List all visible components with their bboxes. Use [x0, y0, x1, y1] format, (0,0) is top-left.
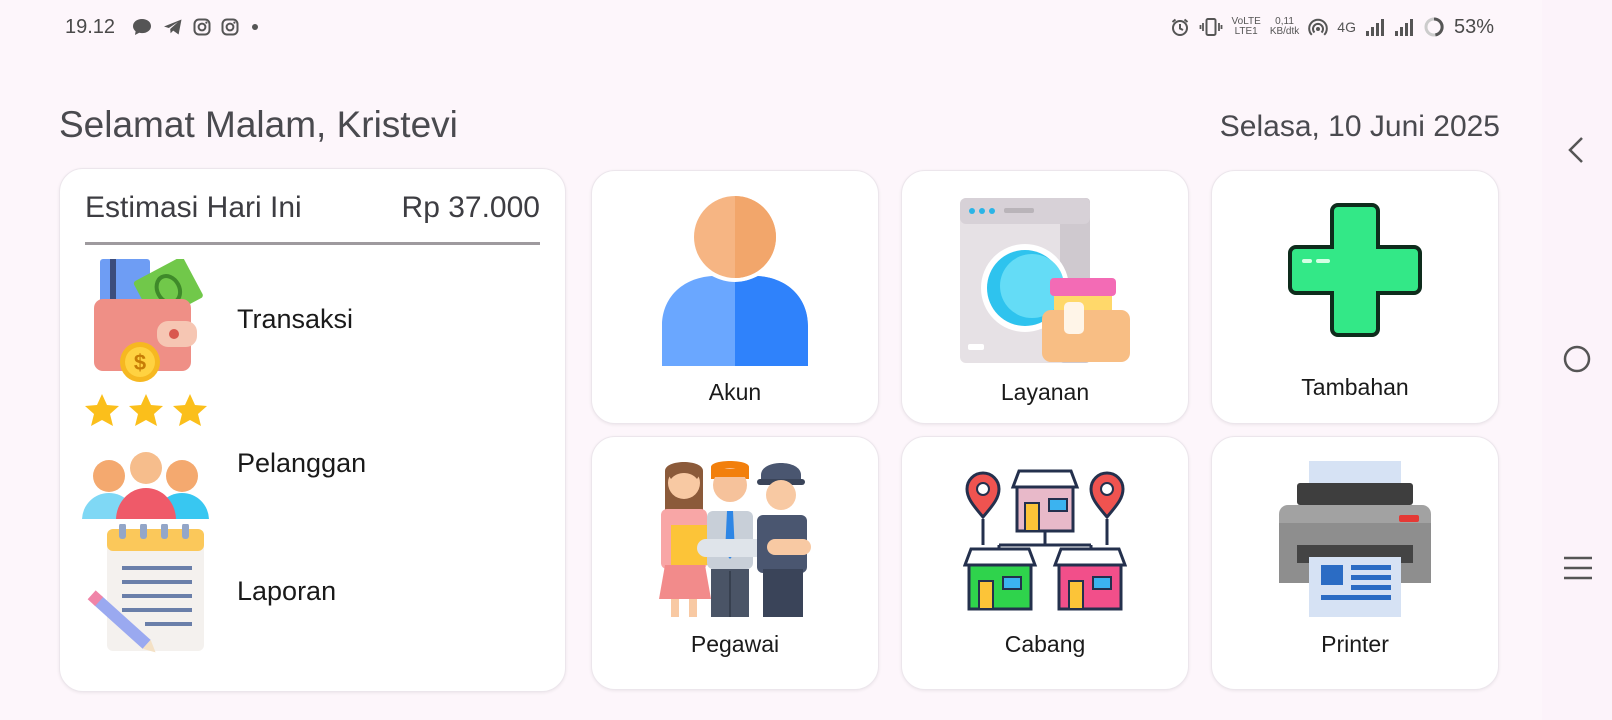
summary-item-label: Transaksi [237, 304, 354, 334]
menu-tile-label: Tambahan [1301, 374, 1409, 400]
customers-icon [82, 394, 217, 520]
dot-icon [249, 21, 261, 33]
washing-machine-icon [902, 198, 1188, 363]
status-right: VoLTE LTE1 0,11 KB/dtk 4G 53% [1170, 14, 1494, 40]
hotspot-icon [1308, 17, 1329, 37]
current-date: Selasa, 10 Juni 2025 [1219, 110, 1500, 143]
svg-text:$: $ [134, 350, 146, 375]
greeting-title: Selamat Malam, Kristevi [59, 104, 458, 145]
home-icon[interactable] [1562, 344, 1592, 379]
menu-tile-label: Printer [1321, 631, 1389, 657]
notepad-icon [82, 523, 217, 653]
network-type: 4G [1337, 19, 1356, 35]
summary-item-laporan[interactable]: Laporan [82, 523, 522, 653]
printer-icon [1212, 461, 1498, 617]
employees-icon [592, 461, 878, 617]
instagram-icon [193, 18, 211, 36]
telegram-icon [163, 18, 183, 36]
menu-tile-printer[interactable]: Printer [1211, 436, 1499, 690]
menu-tile-label: Pegawai [690, 631, 780, 657]
network-speed: 0,11 KB/dtk [1269, 16, 1300, 37]
menu-tile-label: Cabang [1004, 631, 1086, 657]
menu-tile-tambahan[interactable]: Tambahan [1211, 170, 1499, 424]
instagram-icon [221, 18, 239, 36]
menu-tile-pegawai[interactable]: Pegawai [591, 436, 879, 690]
menu-tile-akun[interactable]: Akun [591, 170, 879, 424]
vibrate-icon [1199, 17, 1223, 37]
app-screen: 19.12 VoLTE LTE1 0,11 KB/dtk 4G 53% Sela… [0, 0, 1542, 720]
system-nav-bar [1542, 0, 1612, 720]
summary-title: Estimasi Hari Ini [85, 191, 302, 224]
back-icon[interactable] [1562, 135, 1592, 170]
wallet-icon: $ [82, 257, 217, 384]
menu-tile-layanan[interactable]: Layanan [901, 170, 1189, 424]
battery-level: 53% [1453, 15, 1494, 38]
summary-divider [85, 242, 540, 245]
summary-amount: Rp 37.000 [401, 191, 540, 224]
summary-item-transaksi[interactable]: $ Transaksi [82, 257, 522, 384]
menu-tile-label: Akun [708, 379, 762, 405]
battery-icon [1423, 16, 1445, 38]
menu-tile-label: Layanan [1000, 379, 1090, 405]
summary-item-label: Pelanggan [237, 448, 367, 478]
user-icon [592, 196, 878, 366]
summary-item-label: Laporan [237, 576, 337, 606]
summary-item-pelanggan[interactable]: Pelanggan [82, 394, 522, 520]
alarm-icon [1170, 17, 1190, 37]
menu-tile-cabang[interactable]: Cabang [901, 436, 1189, 690]
plus-icon [1212, 203, 1498, 337]
status-bar: 19.12 VoLTE LTE1 0,11 KB/dtk 4G 53% [0, 0, 1542, 56]
recents-icon[interactable] [1562, 554, 1594, 587]
status-time: 19.12 [65, 15, 116, 38]
volte-indicator: VoLTE LTE1 [1231, 16, 1261, 37]
status-left: 19.12 [65, 14, 261, 40]
signal-icon [1394, 17, 1414, 37]
branch-network-icon [902, 465, 1188, 611]
summary-card: Estimasi Hari Ini Rp 37.000 $ Transaksi [59, 168, 566, 692]
chat-bubble-icon [131, 17, 153, 37]
signal-icon [1365, 17, 1385, 37]
